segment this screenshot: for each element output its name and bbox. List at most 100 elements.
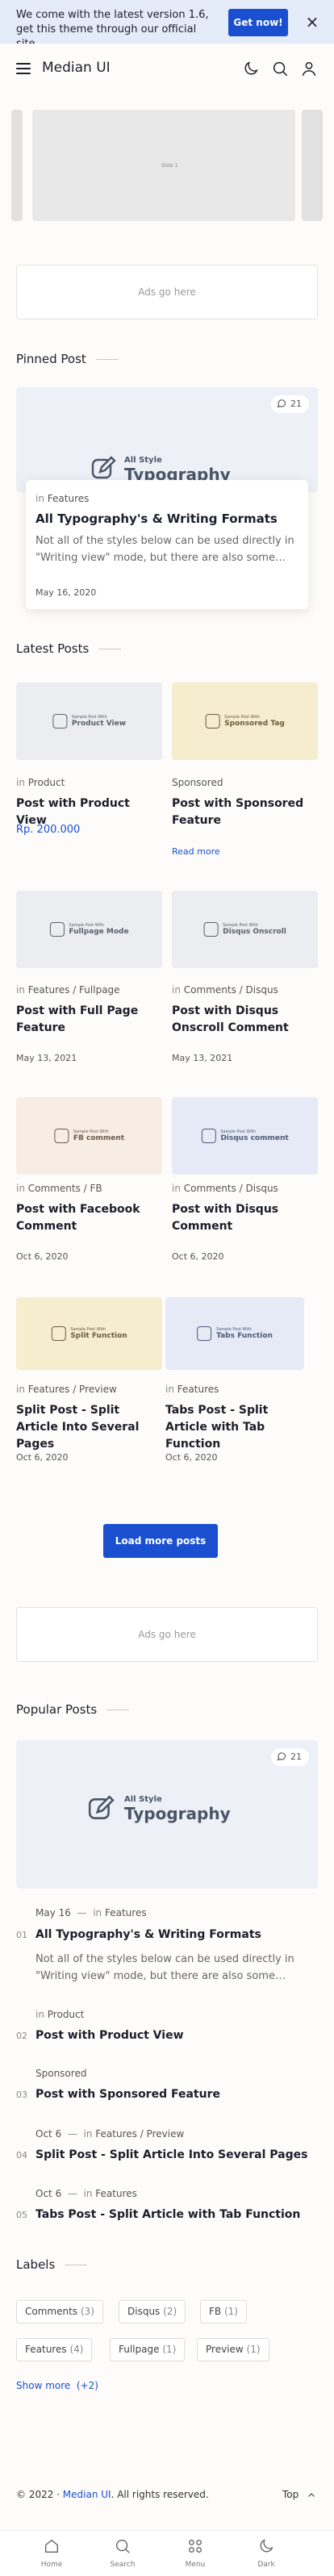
post-date: May 13, 2021 [16,1053,77,1063]
post-excerpt: Not all of the styles below can be used … [35,1953,294,1982]
post-date: Oct 6, 2020 [165,1452,218,1463]
item-number: 02 [16,2031,27,2041]
item-number: 04 [16,2150,27,2161]
slide-prev[interactable] [11,110,23,221]
comment-icon [277,1752,286,1761]
post-category[interactable]: in Features / Fullpage [16,984,120,996]
pinned-post-image[interactable]: All Style Typography 21 [16,387,318,492]
post-category: Sponsored [35,2068,87,2079]
post-date: May 13, 2021 [172,1053,233,1063]
label-chip-comments[interactable]: Comments (3) [16,2300,103,2323]
nav-menu[interactable]: Menu [163,2537,228,2569]
post-meta: Oct 6 — in Features [35,2188,137,2199]
site-header: Median UI [0,44,334,97]
post-title[interactable]: Post with Product View [35,2027,310,2044]
read-more-link[interactable]: Read more [172,846,220,857]
search-icon[interactable] [271,60,292,81]
notice-bar: We come with the latest version 1.6, get… [0,0,334,50]
image-big-text: Typography [124,1804,231,1823]
post-title[interactable]: Post with Sponsored Feature [35,2086,310,2103]
post-title[interactable]: Post with Disqus Onscroll Comment [172,1003,309,1037]
post-thumbnail[interactable]: Sample Post With Fullpage Mode [16,891,162,968]
user-icon[interactable] [300,60,321,81]
nav-search[interactable]: Search [90,2537,155,2569]
post-title[interactable]: Post with Facebook Comment [16,1201,153,1235]
post-thumbnail[interactable]: Sample Post With Disqus comment [172,1097,318,1175]
post-thumbnail[interactable]: Sample Post With Disqus Onscroll [172,891,318,968]
post-thumbnail[interactable]: Sample Post With Tabs Function [165,1297,304,1370]
labels-heading: Labels [16,2257,88,2272]
popular-post-image[interactable]: All Style Typography 21 [16,1740,318,1889]
post-thumbnail[interactable]: Sample Post With FB comment [16,1097,162,1175]
nav-home[interactable]: Home [19,2537,84,2569]
post-category: Sponsored [172,777,223,788]
label-chip-disqus[interactable]: Disqus (2) [119,2300,186,2323]
label-chip-fb[interactable]: FB (1) [200,2300,247,2323]
item-number: 05 [16,2210,27,2220]
post-title[interactable]: Split Post - Split Article Into Several … [35,2147,310,2164]
ad-placeholder: Ads go here [16,265,318,319]
top-slider: Slide 1 [11,110,323,223]
post-category[interactable]: in Product [16,777,65,788]
search-icon [115,2539,130,2553]
item-number: 03 [16,2090,27,2100]
get-now-button[interactable]: Get now! [228,9,288,36]
post-title[interactable]: Post with Sponsored Feature [172,795,318,829]
latest-posts-heading: Latest Posts [16,641,122,656]
copyright: © 2022 · Median UI. All rights reserved. [16,2489,209,2500]
post-category[interactable]: in Comments / Disqus [172,984,278,996]
pinned-post-title: Pinned Post [16,352,86,366]
post-date: Oct 6, 2020 [172,1251,224,1262]
edit-icon [88,1795,115,1819]
pinned-post-excerpt: Not all of the styles below can be used … [35,535,294,564]
menu-grid-icon [188,2539,202,2553]
post-title[interactable]: Tabs Post - Split Article with Tab Funct… [35,2207,310,2223]
post-title[interactable]: All Typography's & Writing Formats [35,1927,310,1943]
post-title[interactable]: Tabs Post - Split Article with Tab Funct… [165,1402,311,1453]
typography-graphic: All Style Typography [87,1795,231,1823]
moon-icon [260,2539,273,2553]
post-category[interactable]: in Features [35,493,89,504]
comment-count-badge[interactable]: 21 [271,1748,309,1766]
post-title[interactable]: Post with Full Page Feature [16,1003,153,1037]
post-category[interactable]: in Product [35,2009,84,2020]
post-category[interactable]: in Comments / Disqus [172,1183,278,1194]
post-thumbnail[interactable]: Sample Post With Sponsored Tag [172,683,318,760]
label-chip-preview[interactable]: Preview (1) [197,2338,269,2361]
slide-image[interactable]: Slide 1 [32,110,295,221]
hamburger-menu-icon[interactable] [16,63,32,76]
post-meta: Oct 6 — in Features / Preview [35,2128,185,2140]
back-to-top-button[interactable]: Top [282,2489,316,2500]
edit-icon [91,456,116,479]
post-category[interactable]: in Comments / FB [16,1183,102,1194]
post-thumbnail[interactable]: Sample Post With Product View [16,683,162,760]
label-chip-fullpage[interactable]: Fullpage (1) [110,2338,186,2361]
nav-dark[interactable]: Dark [234,2537,299,2569]
site-brand[interactable]: Median UI [42,60,111,76]
slide-next[interactable] [302,110,323,221]
post-title[interactable]: Post with Disqus Comment [172,1201,309,1235]
bottom-navigation: Home Search Menu Dark [0,2530,334,2576]
slide-caption: Slide 1 [161,163,178,169]
comment-count-badge[interactable]: 21 [271,395,309,413]
show-more-link[interactable]: Show more (+2) [16,2380,98,2391]
ad-placeholder: Ads go here [16,1607,318,1662]
label-chip-features[interactable]: Features (4) [16,2338,93,2361]
post-thumbnail[interactable]: Sample Post With Split Function [16,1297,162,1370]
divider [95,359,119,360]
post-date: Oct 6, 2020 [16,1251,69,1262]
post-category[interactable]: in Features [165,1384,219,1395]
post-title[interactable]: Split Post - Split Article Into Several … [16,1402,161,1453]
popular-posts-heading: Popular Posts [16,1702,130,1717]
footer-brand-link[interactable]: Median UI [63,2489,111,2500]
pinned-post-heading: Pinned Post [16,352,119,366]
item-number: 01 [16,1930,27,1940]
post-category[interactable]: in Features / Preview [16,1384,117,1395]
moon-icon[interactable] [242,60,263,81]
close-icon[interactable]: × [303,13,321,31]
load-more-button[interactable]: Load more posts [103,1524,218,1558]
comment-count: 21 [290,399,302,409]
comment-count: 21 [290,1751,302,1762]
pinned-post-title-link[interactable]: All Typography's & Writing Formats [35,511,278,528]
chevron-up-icon [308,2492,315,2497]
